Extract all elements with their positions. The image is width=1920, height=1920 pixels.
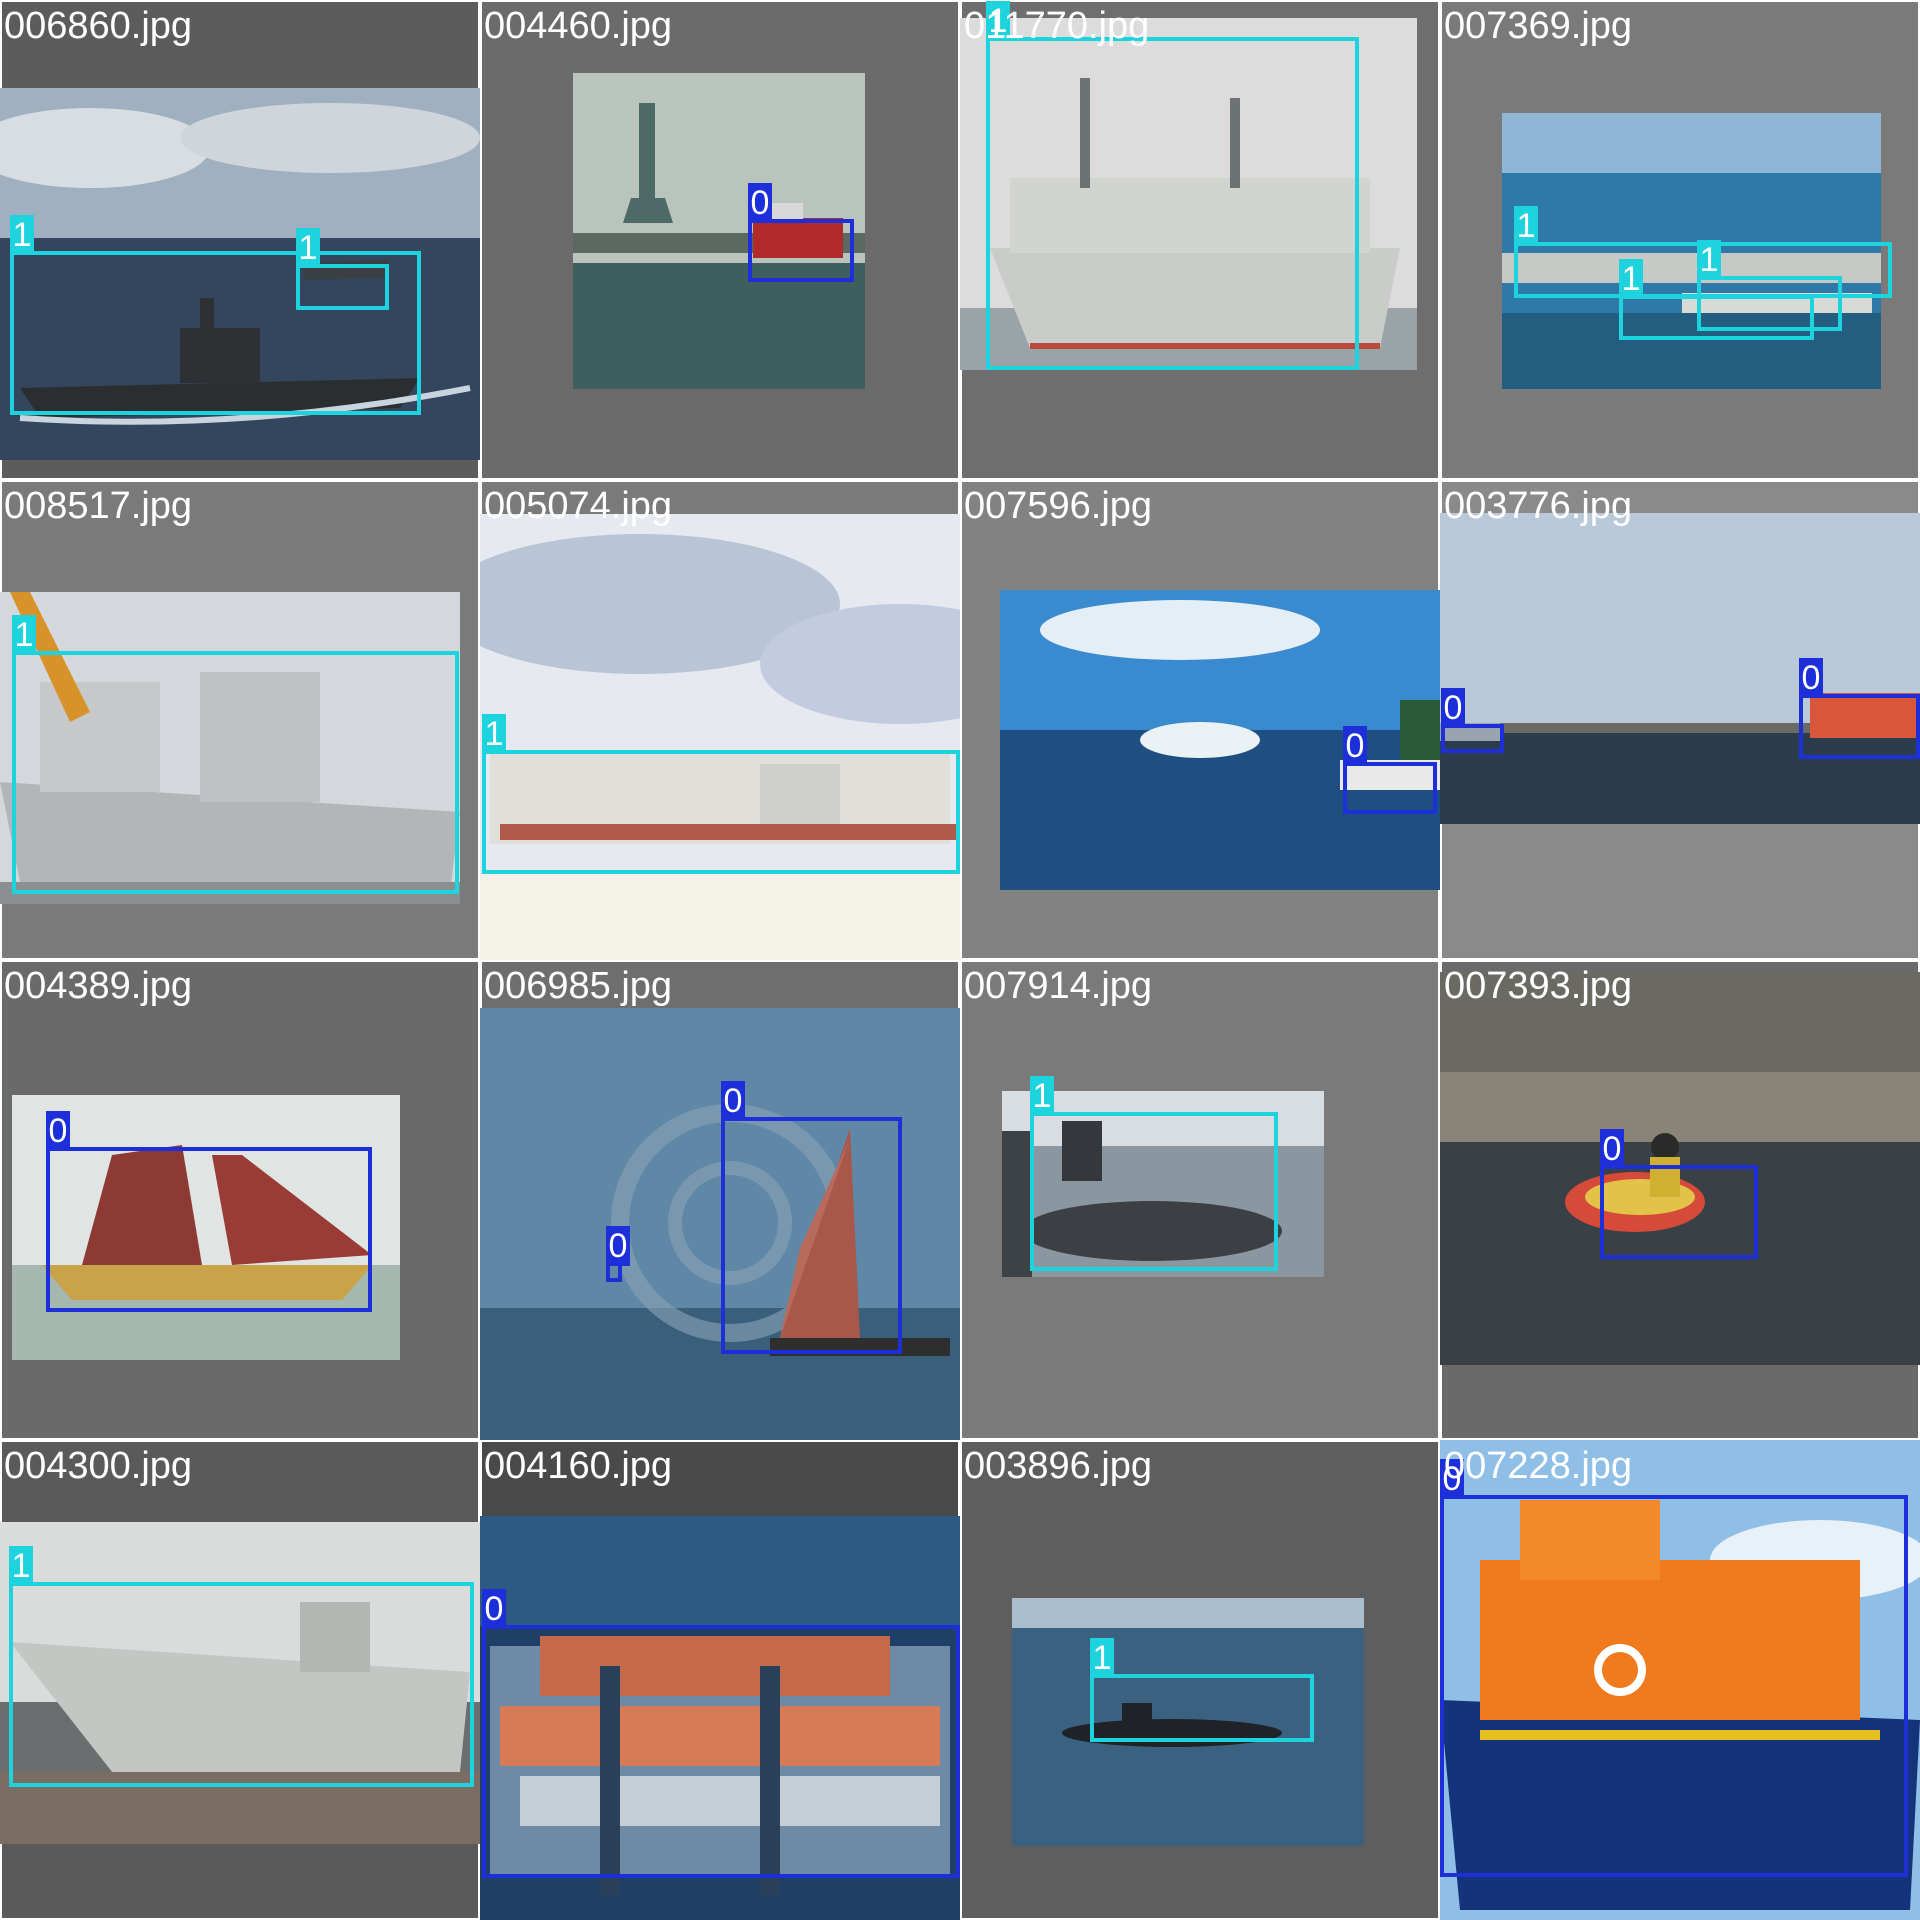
detection-box: 0 (721, 1081, 902, 1354)
tile-filename: 004160.jpg (484, 1445, 673, 1487)
detection-box: 1 (1030, 1076, 1278, 1271)
tile-filename: 007914.jpg (964, 965, 1153, 1007)
detection-class-label: 1 (1619, 259, 1643, 299)
tile-filename: 004460.jpg (484, 5, 673, 47)
detection-box: 0 (1799, 658, 1920, 759)
detection-class-label: 0 (721, 1081, 745, 1121)
tile-filename: 007393.jpg (1444, 965, 1633, 1007)
mosaic-tile: 0 004389.jpg (0, 960, 480, 1440)
detection-box: 1 (296, 228, 389, 310)
detection-class-label: 0 (1441, 688, 1465, 728)
mosaic-tile: 1 008517.jpg (0, 480, 480, 960)
detection-box: 1 (1090, 1638, 1314, 1742)
tile-filename: 007369.jpg (1444, 5, 1633, 47)
detection-class-label: 0 (482, 1589, 506, 1629)
detection-class-label: 0 (606, 1226, 630, 1266)
detection-box: 0 (1600, 1129, 1758, 1259)
detection-box: 1 (482, 714, 960, 874)
tile-filename: 005074.jpg (484, 485, 673, 527)
detection-class-label: 1 (9, 1546, 33, 1586)
detection-box: 1 (1619, 259, 1814, 340)
tile-filename: 003776.jpg (1444, 485, 1633, 527)
detection-box: 0 (606, 1226, 630, 1282)
detection-class-label: 1 (296, 228, 320, 268)
detection-box: 1 (986, 1, 1359, 370)
detection-class-label: 1 (1090, 1638, 1114, 1678)
detection-class-label: 0 (1343, 726, 1367, 766)
mosaic-tile: 1 011770.jpg (960, 0, 1440, 480)
detection-box: 0 (1441, 688, 1504, 753)
detection-class-label: 1 (1697, 240, 1721, 280)
detection-box: 1 (12, 615, 459, 894)
mosaic-tile: 0 004460.jpg (480, 0, 960, 480)
detection-class-label: 1 (1514, 206, 1538, 246)
mosaic-tile: 1 004300.jpg (0, 1440, 480, 1920)
tile-filename: 006985.jpg (484, 965, 673, 1007)
tile-filename: 011770.jpg (964, 5, 1150, 47)
detection-class-label: 1 (482, 714, 506, 754)
mosaic-tile: 1 005074.jpg (480, 480, 960, 960)
mosaic-tile: 0 007393.jpg (1440, 960, 1920, 1440)
detection-class-label: 0 (748, 183, 772, 223)
detection-class-label: 0 (1799, 658, 1823, 698)
tile-filename: 007596.jpg (964, 485, 1153, 527)
tile-filename: 008517.jpg (4, 485, 193, 527)
detection-box: 0 (748, 183, 854, 282)
tile-photo (1440, 513, 1920, 824)
tile-filename: 007228.jpg (1444, 1445, 1633, 1487)
detection-box: 0 (46, 1111, 372, 1312)
mosaic-tile: 1 1 1 007369.jpg (1440, 0, 1920, 480)
detection-class-label: 1 (1030, 1076, 1054, 1116)
tile-filename: 004389.jpg (4, 965, 193, 1007)
mosaic-tile: 1 007914.jpg (960, 960, 1440, 1440)
tile-photo (1000, 590, 1440, 890)
mosaic-tile: 0 0 003776.jpg (1440, 480, 1920, 960)
tile-filename: 003896.jpg (964, 1445, 1153, 1487)
tile-photo (480, 514, 960, 960)
mosaic-tile: 1 1 006860.jpg (0, 0, 480, 480)
detection-box: 0 (482, 1589, 960, 1878)
detection-mosaic: 1 1 006860.jpg 0 004460.jpg 1 011770.jpg 1 1 1 007… (0, 0, 1920, 1920)
mosaic-tile: 0 0 006985.jpg (480, 960, 960, 1440)
detection-box: 0 (1440, 1459, 1908, 1877)
detection-class-label: 0 (1600, 1129, 1624, 1169)
detection-class-label: 0 (46, 1111, 70, 1151)
detection-box: 1 (9, 1546, 474, 1787)
mosaic-tile: 0 007596.jpg (960, 480, 1440, 960)
tile-filename: 004300.jpg (4, 1445, 193, 1487)
mosaic-tile: 0 007228.jpg (1440, 1440, 1920, 1920)
mosaic-tile: 1 003896.jpg (960, 1440, 1440, 1920)
mosaic-tile: 0 004160.jpg (480, 1440, 960, 1920)
detection-box: 0 (1343, 726, 1437, 814)
detection-class-label: 1 (12, 615, 36, 655)
tile-filename: 006860.jpg (4, 5, 193, 47)
detection-class-label: 1 (10, 215, 34, 255)
